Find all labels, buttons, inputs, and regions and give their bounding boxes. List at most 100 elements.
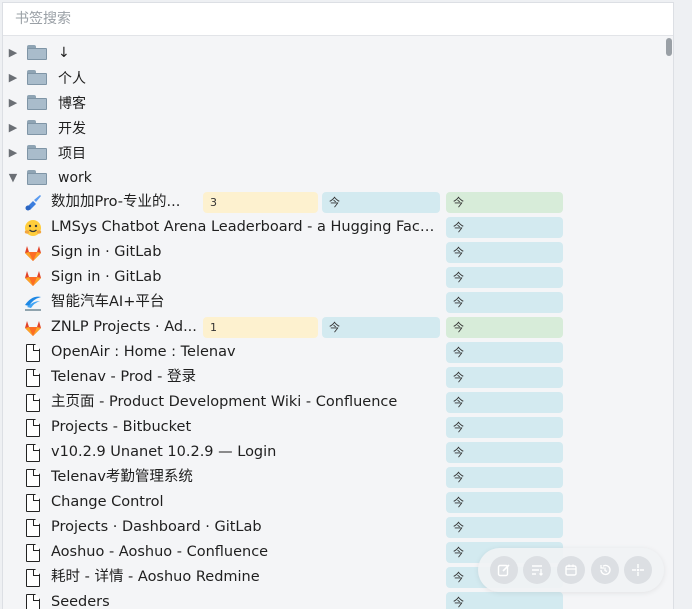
bookmark-row[interactable]: 主页面 - Product Development Wiki - Conflue… — [3, 390, 663, 415]
bookmark-row[interactable]: Sign in · GitLab 今 — [3, 265, 663, 290]
count-chip: 3 — [203, 192, 318, 213]
bookmark-title: Projects · Dashboard · GitLab — [51, 519, 262, 535]
scrollbar[interactable] — [666, 38, 672, 609]
expand-arrow-icon[interactable]: ▶ — [6, 146, 20, 159]
gitlab-icon — [23, 268, 43, 288]
bookmark-row[interactable]: LMSys Chatbot Arena Leaderboard - a Hugg… — [3, 215, 663, 240]
bookmark-title: Sign in · GitLab — [51, 269, 162, 285]
folder-label: 开发 — [58, 120, 86, 137]
bookmark-row[interactable]: ZNLP Projects · Ad... 1 今 今 — [3, 315, 663, 340]
document-icon — [23, 418, 43, 438]
bookmark-row[interactable]: Change Control 今 — [3, 490, 663, 515]
bookmark-panel: ▶ ↓ ▶ 个人 ▶ 博客 ▶ 开发 ▶ 项目 ▼ work — [2, 2, 674, 609]
document-icon — [23, 443, 43, 463]
bookmark-row[interactable]: Sign in · GitLab 今 — [3, 240, 663, 265]
date-chip: 今 — [446, 367, 563, 388]
folder-row-work[interactable]: ▼ work — [3, 165, 663, 190]
document-icon — [23, 518, 43, 538]
bookmark-title: 数加加Pro-专业的... — [51, 194, 181, 210]
bookmark-tree: ▶ ↓ ▶ 个人 ▶ 博客 ▶ 开发 ▶ 项目 ▼ work 数加加Pro-专业… — [3, 38, 663, 609]
folder-row[interactable]: ▶ 博客 — [3, 90, 663, 115]
floating-toolbar — [478, 548, 664, 592]
date-chip: 今 — [446, 292, 563, 313]
locate-icon[interactable] — [624, 556, 653, 584]
date-chip: 今 — [446, 342, 563, 363]
bookmark-row[interactable]: Projects · Dashboard · GitLab 今 — [3, 515, 663, 540]
folder-row[interactable]: ▶ ↓ — [3, 40, 663, 65]
document-icon — [23, 568, 43, 588]
date-chip: 今 — [446, 317, 563, 338]
date-chip: 今 — [322, 317, 440, 338]
bookmark-title: ZNLP Projects · Ad... — [51, 319, 197, 335]
bookmark-row[interactable]: Telenav考勤管理系统 今 — [3, 465, 663, 490]
folder-icon — [27, 70, 47, 85]
folder-row[interactable]: ▶ 个人 — [3, 65, 663, 90]
search-bar — [3, 3, 673, 36]
folder-row[interactable]: ▶ 开发 — [3, 115, 663, 140]
date-chip: 今 — [446, 492, 563, 513]
gitlab-icon — [23, 318, 43, 338]
bookmark-row[interactable]: Telenav - Prod - 登录 今 — [3, 365, 663, 390]
bookmark-title: Aoshuo - Aoshuo - Confluence — [51, 544, 269, 560]
date-chip: 今 — [446, 442, 563, 463]
collapse-arrow-icon[interactable]: ▼ — [6, 171, 20, 184]
calendar-icon[interactable] — [556, 556, 585, 584]
document-icon — [23, 493, 43, 513]
search-input[interactable] — [3, 3, 673, 35]
bookmark-title: OpenAir : Home : Telenav — [51, 344, 236, 360]
date-chip: 今 — [446, 417, 563, 438]
bookmark-row[interactable]: v10.2.9 Unanet 10.2.9 — Login 今 — [3, 440, 663, 465]
date-chip: 今 — [446, 267, 563, 288]
brush-icon — [23, 193, 43, 213]
folder-icon — [27, 170, 47, 185]
date-chip: 今 — [446, 467, 563, 488]
bookmark-title: LMSys Chatbot Arena Leaderboard - a Hugg… — [51, 219, 441, 235]
folder-label: 项目 — [58, 145, 86, 162]
bookmark-title: 主页面 - Product Development Wiki - Conflue… — [51, 394, 398, 410]
folder-label: 个人 — [58, 70, 86, 87]
date-chip: 今 — [322, 192, 440, 213]
folder-icon — [27, 145, 47, 160]
bookmark-row[interactable]: 智能汽车AI+平台 今 — [3, 290, 663, 315]
gitlab-icon — [23, 243, 43, 263]
date-chip: 今 — [446, 517, 563, 538]
document-icon — [23, 393, 43, 413]
folder-label: ↓ — [58, 44, 70, 61]
date-chip: 今 — [446, 242, 563, 263]
window-edge — [676, 0, 692, 609]
bookmark-title: Projects - Bitbucket — [51, 419, 192, 435]
bookmark-title: 智能汽车AI+平台 — [51, 294, 165, 310]
document-icon — [23, 468, 43, 488]
bookmark-title: Sign in · GitLab — [51, 244, 162, 260]
bookmark-row[interactable]: Seeders 今 — [3, 590, 663, 609]
bookmark-title: Telenav考勤管理系统 — [51, 469, 193, 485]
ai-platform-icon — [23, 293, 43, 313]
expand-arrow-icon[interactable]: ▶ — [6, 46, 20, 59]
bookmark-title: v10.2.9 Unanet 10.2.9 — Login — [51, 444, 277, 460]
document-icon — [23, 593, 43, 609]
folder-label: 博客 — [58, 95, 86, 112]
document-icon — [23, 543, 43, 563]
scroll-thumb[interactable] — [666, 38, 672, 56]
bookmark-title: Seeders — [51, 594, 110, 609]
document-icon — [23, 343, 43, 363]
document-icon — [23, 368, 43, 388]
expand-arrow-icon[interactable]: ▶ — [6, 121, 20, 134]
bookmark-title: 耗时 - 详情 - Aoshuo Redmine — [51, 569, 260, 585]
bookmark-row[interactable]: 数加加Pro-专业的... 3 今 今 — [3, 190, 663, 215]
date-chip: 今 — [446, 392, 563, 413]
expand-arrow-icon[interactable]: ▶ — [6, 71, 20, 84]
expand-arrow-icon[interactable]: ▶ — [6, 96, 20, 109]
folder-row[interactable]: ▶ 项目 — [3, 140, 663, 165]
hugging-face-icon — [23, 218, 43, 238]
count-chip: 1 — [203, 317, 318, 338]
bookmark-title: Telenav - Prod - 登录 — [51, 369, 197, 385]
bookmark-row[interactable]: Projects - Bitbucket 今 — [3, 415, 663, 440]
sort-icon[interactable] — [523, 556, 552, 584]
history-icon[interactable] — [590, 556, 619, 584]
bookmark-row[interactable]: OpenAir : Home : Telenav 今 — [3, 340, 663, 365]
date-chip: 今 — [446, 192, 563, 213]
date-chip: 今 — [446, 217, 563, 238]
folder-icon — [27, 120, 47, 135]
edit-icon[interactable] — [489, 556, 518, 584]
